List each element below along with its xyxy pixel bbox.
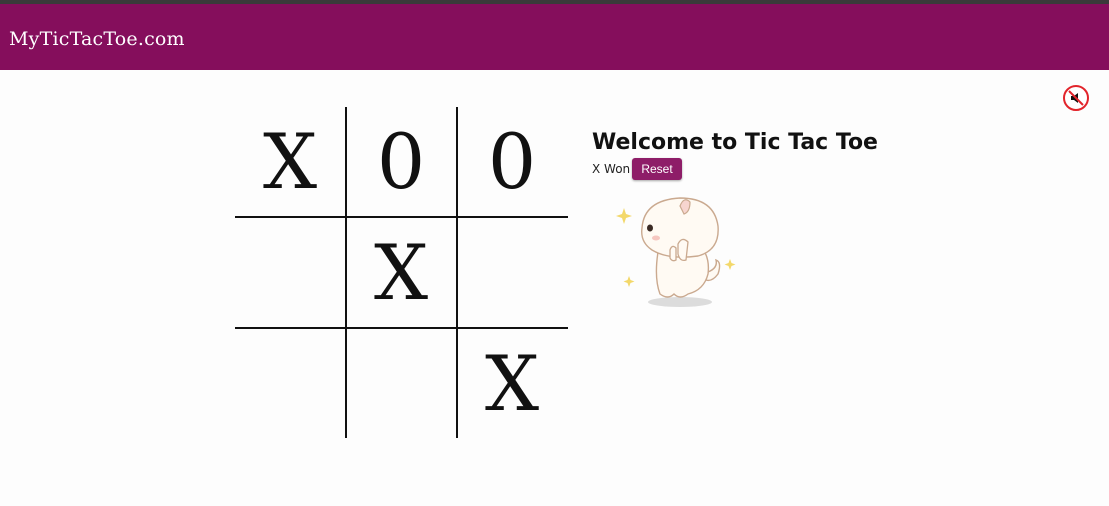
board-cell-3[interactable]: 0 <box>457 107 567 216</box>
board-cell-2[interactable]: 0 <box>346 107 456 216</box>
game-board: X 0 0 X X <box>235 107 568 438</box>
board-cell-8[interactable] <box>346 329 456 438</box>
sound-toggle-button[interactable] <box>1063 85 1089 111</box>
board-cell-4[interactable] <box>235 218 345 327</box>
speaker-muted-icon <box>1068 90 1084 106</box>
board-cell-7[interactable] <box>235 329 345 438</box>
game-title: Welcome to Tic Tac Toe <box>592 130 878 155</box>
game-status: X Won <box>592 162 631 176</box>
navbar: MyTicTacToe.com <box>0 4 1109 70</box>
board-cell-1[interactable]: X <box>235 107 345 216</box>
reset-button[interactable]: Reset <box>632 158 682 180</box>
cat-mascot-icon <box>616 197 736 307</box>
board-cell-9[interactable]: X <box>457 329 567 438</box>
site-brand[interactable]: MyTicTacToe.com <box>9 28 185 50</box>
board-cell-5[interactable]: X <box>346 218 456 327</box>
board-cell-6[interactable] <box>457 218 567 327</box>
